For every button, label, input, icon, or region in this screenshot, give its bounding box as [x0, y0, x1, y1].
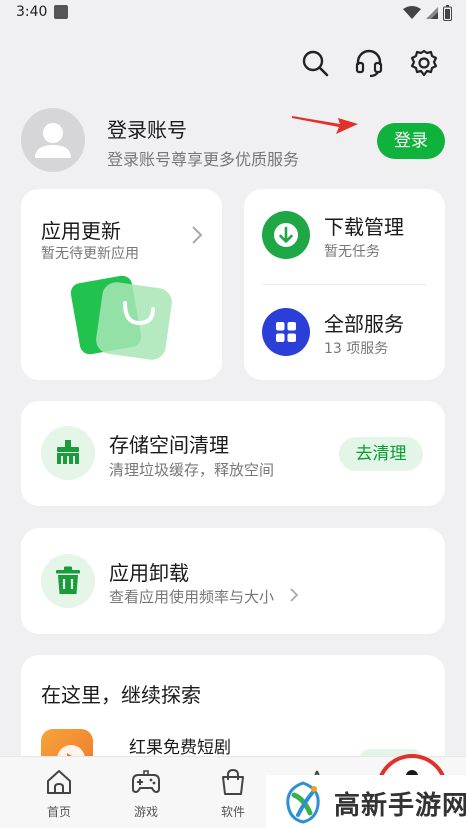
headset-icon[interactable]: [354, 48, 384, 78]
app-uninstall-subtitle: 查看应用使用频率与大小: [109, 588, 275, 606]
watermark-text: 高新手游网: [334, 791, 466, 821]
account-title[interactable]: 登录账号: [107, 114, 187, 143]
grid-icon: [262, 308, 310, 356]
chevron-right-icon: [290, 588, 299, 602]
account-subtitle: 登录账号尊享更多优质服务: [107, 150, 300, 169]
watermark-logo-icon: [286, 781, 320, 824]
gamepad-icon: [132, 770, 160, 793]
all-services-item[interactable]: 全部服务 13 项服务: [262, 308, 442, 357]
download-icon: [262, 211, 310, 259]
app-update-card[interactable]: 应用更新 暂无待更新应用: [21, 189, 222, 380]
trash-icon: [41, 554, 95, 608]
app-update-subtitle: 暂无待更新应用: [41, 246, 139, 262]
nav-games[interactable]: 游戏: [116, 767, 176, 823]
chevron-right-icon: [192, 226, 203, 244]
nav-games-label: 游戏: [133, 805, 158, 819]
wifi-icon: [403, 6, 421, 19]
storage-cleanup-title: 存储空间清理: [109, 433, 229, 457]
home-icon: [47, 770, 71, 794]
divider: [262, 284, 427, 285]
download-manager-item[interactable]: 下载管理 暂无任务: [262, 211, 442, 260]
app-update-title: 应用更新: [41, 219, 121, 243]
app-uninstall-title: 应用卸载: [109, 561, 189, 585]
services-card: 下载管理 暂无任务 全部服务 13 项服务: [244, 189, 445, 380]
user-icon: [35, 123, 71, 158]
nav-home-label: 首页: [46, 805, 71, 819]
all-services-title: 全部服务: [324, 312, 404, 336]
status-icons: [403, 5, 452, 21]
storage-cleanup-subtitle: 清理垃圾缓存，释放空间: [109, 461, 275, 479]
download-manager-title: 下载管理: [324, 215, 404, 239]
broom-icon: [41, 426, 95, 480]
nav-apps-label: 软件: [220, 805, 245, 819]
shopping-bag-icon: [222, 768, 244, 795]
watermark: 高新手游网: [266, 775, 466, 828]
update-illustration-icon: [70, 275, 172, 360]
search-icon[interactable]: [300, 48, 330, 78]
storage-cleanup-card[interactable]: 存储空间清理 清理垃圾缓存，释放空间 去清理: [21, 401, 445, 506]
notification-icon: [54, 5, 68, 19]
explore-title: 在这里，继续探索: [41, 683, 201, 707]
nav-home[interactable]: 首页: [29, 767, 89, 823]
arrow-annotation-icon: [292, 116, 358, 134]
app-name[interactable]: 红果免费短剧: [129, 733, 231, 758]
login-button[interactable]: 登录: [377, 123, 445, 159]
battery-icon: [443, 5, 452, 21]
app-uninstall-card[interactable]: 应用卸载 查看应用使用频率与大小: [21, 528, 445, 634]
download-manager-subtitle: 暂无任务: [324, 244, 380, 260]
gear-icon[interactable]: [409, 48, 439, 78]
all-services-subtitle: 13 项服务: [324, 341, 389, 357]
status-bar: 3:40: [0, 0, 466, 28]
avatar[interactable]: [21, 108, 85, 172]
signal-icon: [426, 7, 438, 19]
clean-button[interactable]: 去清理: [339, 437, 423, 471]
status-time: 3:40: [16, 4, 48, 20]
nav-apps[interactable]: 软件: [203, 767, 263, 823]
